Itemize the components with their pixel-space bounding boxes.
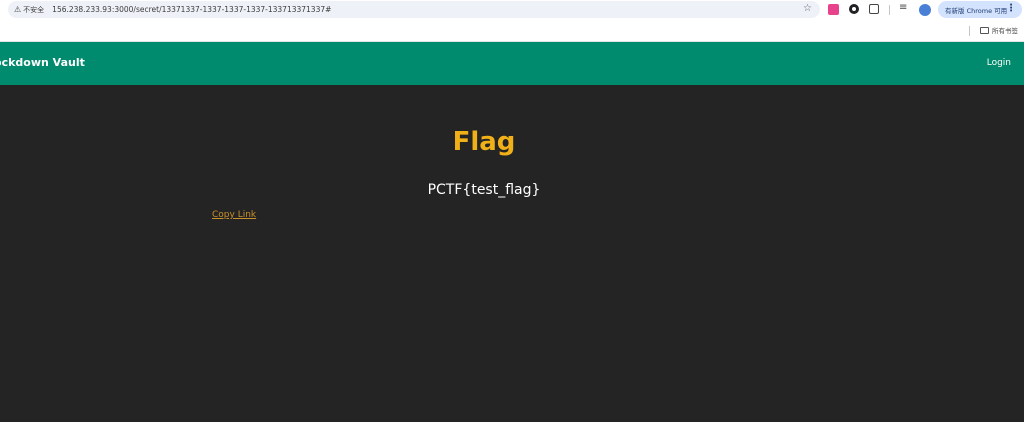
login-link[interactable]: Login (987, 58, 1011, 68)
flag-value: PCTF{test_flag} (427, 182, 541, 198)
profile-avatar-icon[interactable] (919, 4, 931, 16)
all-bookmarks-folder[interactable]: 所有书签 (980, 25, 1018, 35)
media-control-icon[interactable]: ≡ (899, 2, 907, 13)
bookmarks-divider (969, 26, 970, 36)
browser-toolbar: ⚠ 不安全 156.238.233.93:3000/secret/1337133… (0, 0, 1024, 20)
toolbar-divider (889, 5, 890, 15)
extension-icon[interactable] (849, 4, 859, 14)
chrome-update-button[interactable]: 有新版 Chrome 可用 ⋮ (938, 1, 1022, 18)
main-content: Flag PCTF{test_flag} Copy Link (0, 85, 1024, 422)
update-label: 有新版 Chrome 可用 (945, 6, 1008, 15)
site-navbar: Lockdown Vault Login (0, 42, 1024, 85)
menu-dots-icon[interactable]: ⋮ (1006, 3, 1016, 14)
all-bookmarks-label: 所有书签 (992, 27, 1018, 35)
page-title: Flag (452, 127, 516, 157)
security-indicator[interactable]: ⚠ 不安全 (14, 5, 44, 15)
copy-link-button[interactable]: Copy Link (212, 210, 256, 220)
extensions-puzzle-icon[interactable] (869, 4, 879, 14)
warning-icon: ⚠ (14, 5, 22, 14)
url-text[interactable]: 156.238.233.93:3000/secret/13371337-1337… (52, 5, 331, 14)
security-label: 不安全 (23, 5, 45, 14)
bookmarks-bar: 所有书签 (0, 20, 1024, 42)
site-brand[interactable]: Lockdown Vault (0, 56, 85, 69)
extension-icon[interactable] (828, 4, 839, 15)
bookmark-star-icon[interactable]: ☆ (803, 3, 812, 14)
folder-icon (980, 26, 989, 34)
address-bar[interactable]: ⚠ 不安全 156.238.233.93:3000/secret/1337133… (8, 1, 820, 18)
